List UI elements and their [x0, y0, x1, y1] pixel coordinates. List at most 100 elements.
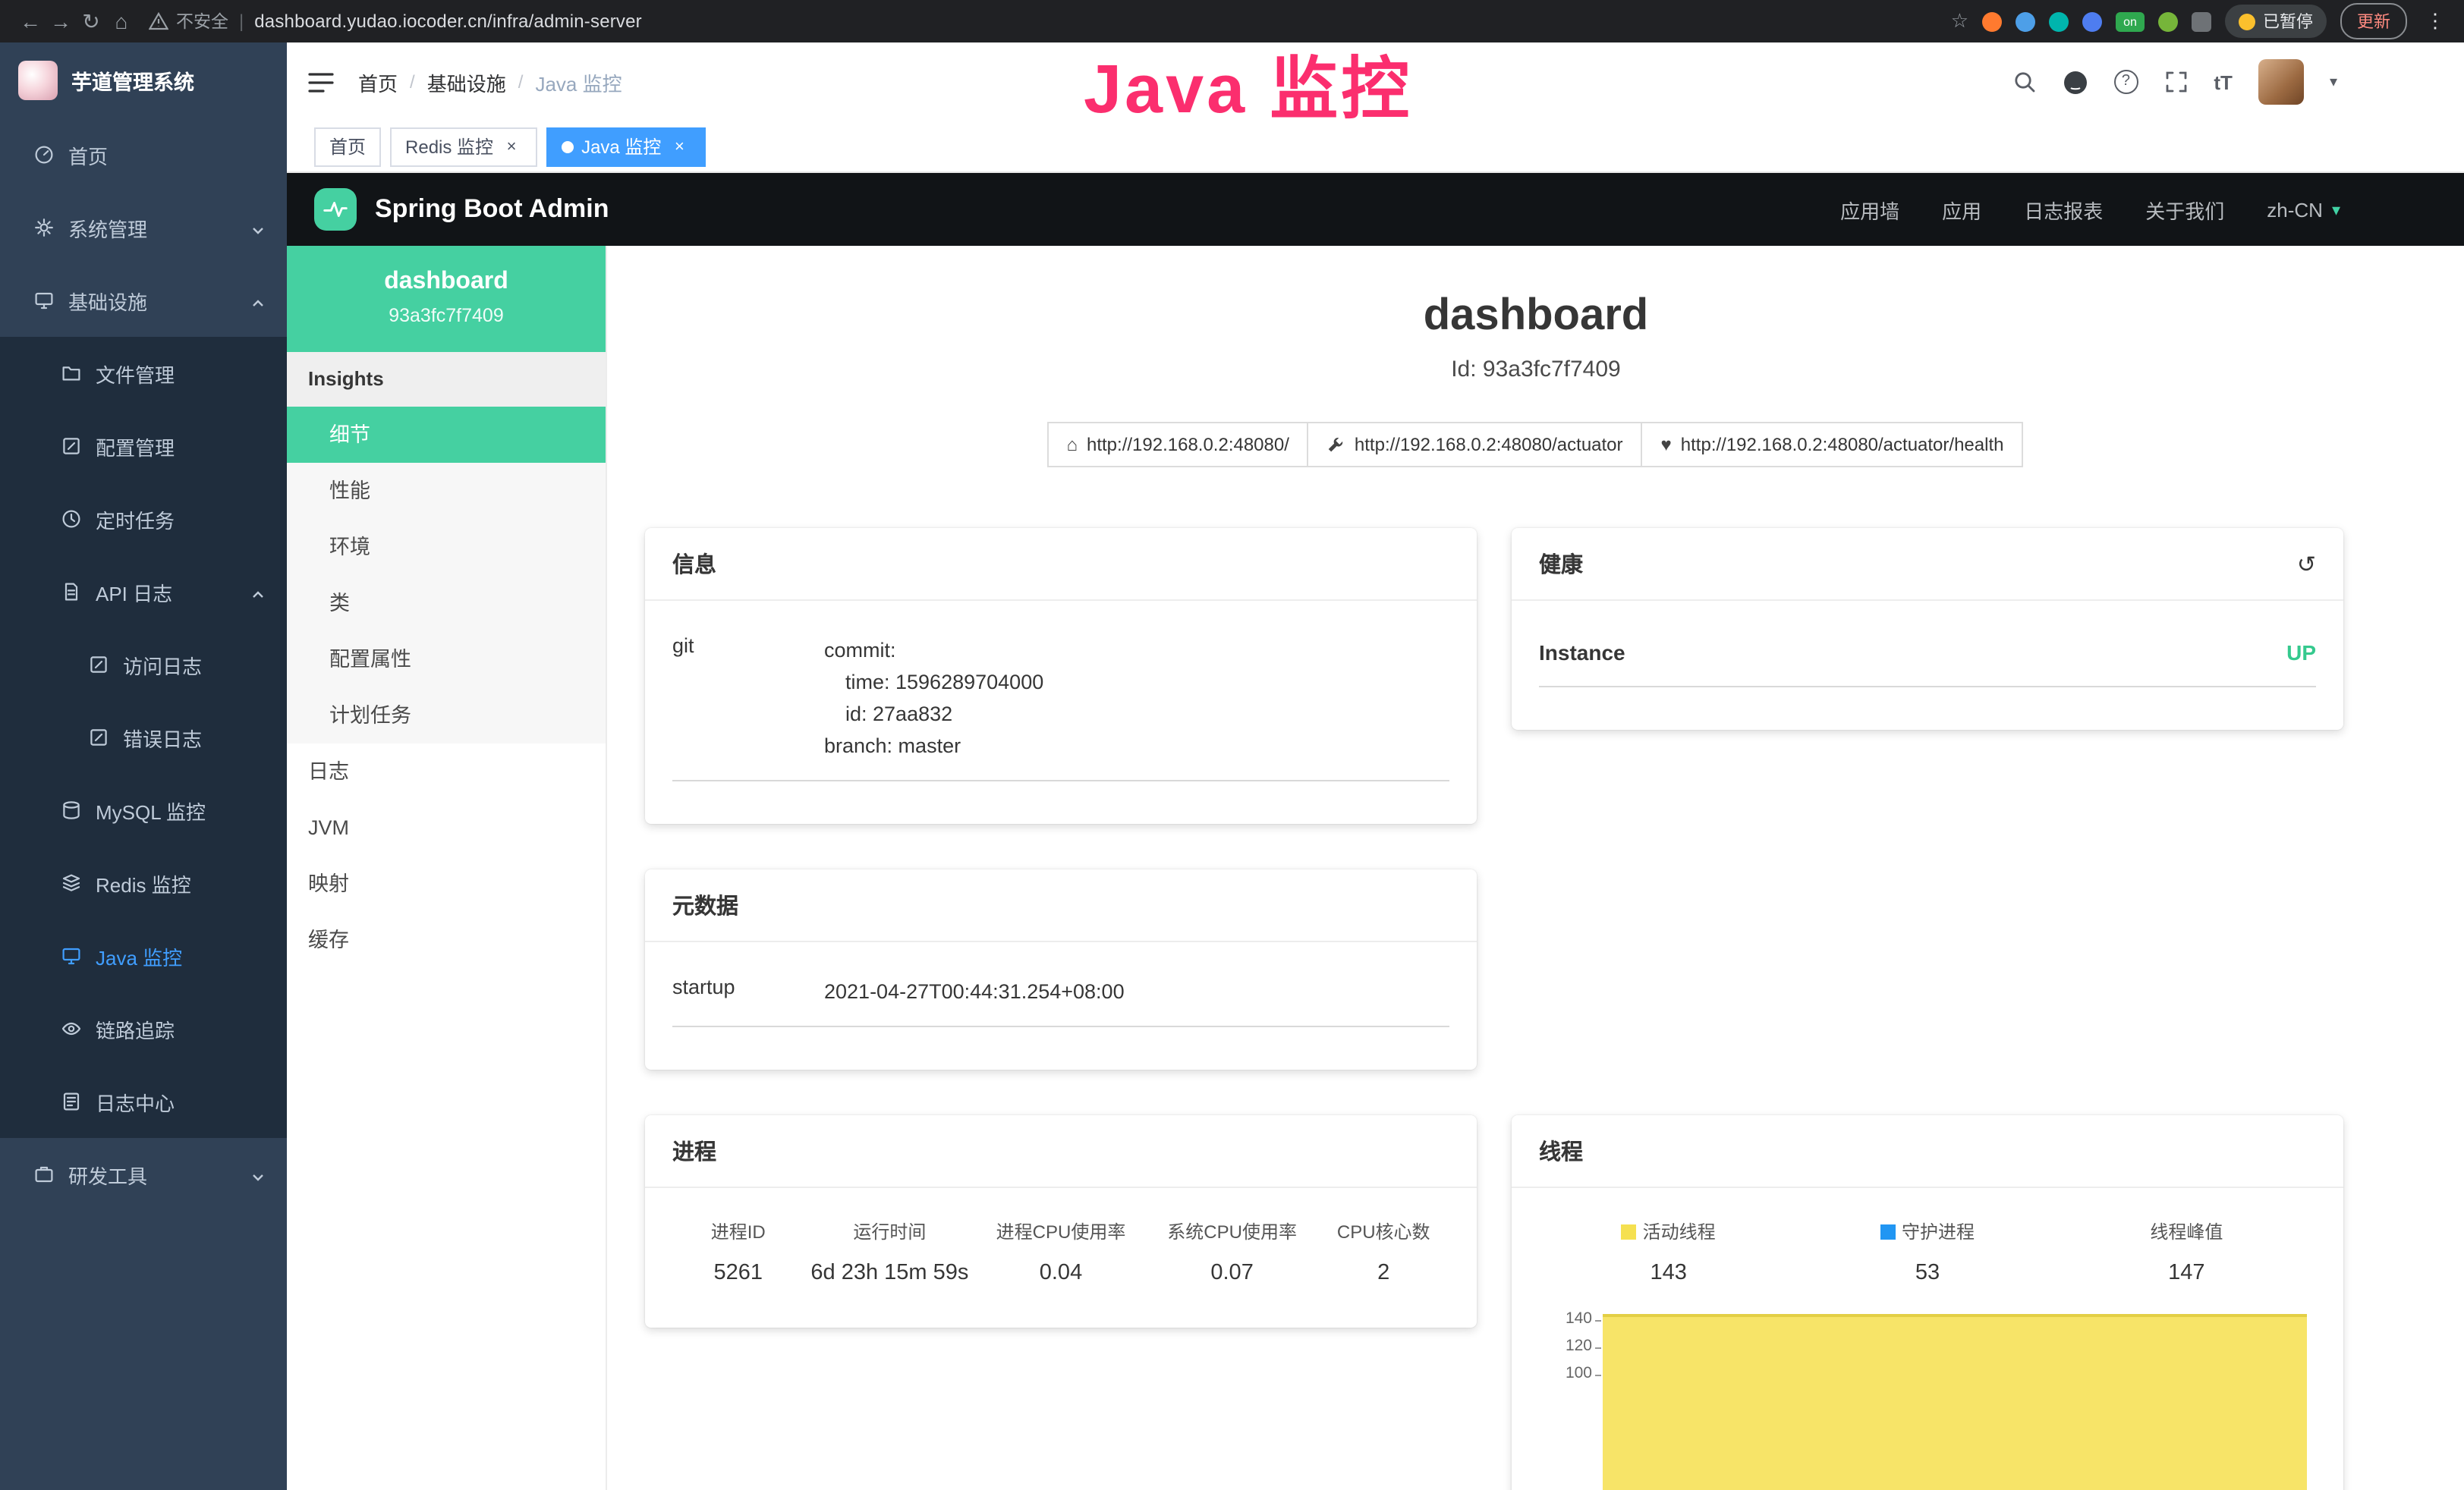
sidebar-item-access-logs[interactable]: 访问日志: [0, 628, 287, 701]
chevron-down-icon: [250, 1170, 266, 1185]
instance-item-metrics[interactable]: 性能: [287, 463, 606, 519]
sidebar-item-label: 系统管理: [68, 213, 147, 242]
sba-nav-wallboard[interactable]: 应用墙: [1840, 195, 1899, 224]
tab-label: 首页: [329, 134, 366, 159]
history-icon[interactable]: ↺: [2297, 550, 2316, 577]
sidebar-item-label: 日志中心: [96, 1087, 175, 1116]
sidebar-item-tracing[interactable]: 链路追踪: [0, 992, 287, 1065]
tab-java-monitor[interactable]: Java 监控 ×: [546, 127, 705, 166]
reload-icon[interactable]: ↻: [76, 0, 106, 42]
chart-plot-area: [1603, 1309, 2307, 1490]
update-button[interactable]: 更新: [2340, 3, 2407, 39]
font-size-icon[interactable]: tT: [2214, 71, 2233, 93]
github-icon[interactable]: [2062, 69, 2088, 95]
close-icon[interactable]: ×: [501, 137, 522, 156]
instance-links: ⌂ http://192.168.0.2:48080/ http://192.1…: [607, 422, 2464, 467]
instance-item-mappings[interactable]: 映射: [287, 856, 606, 912]
breadcrumb: 首页 / 基础设施 / Java 监控: [358, 68, 622, 96]
instance-item-scheduled-tasks[interactable]: 计划任务: [287, 687, 606, 743]
sidebar-item-log-center[interactable]: 日志中心: [0, 1065, 287, 1138]
process-col-uptime: 运行时间 6d 23h 15m 59s: [804, 1218, 976, 1285]
instance-header[interactable]: dashboard 93a3fc7f7409: [287, 246, 606, 352]
sidebar-item-java-monitor[interactable]: Java 监控: [0, 919, 287, 992]
sidebar-item-home[interactable]: 首页: [0, 118, 287, 191]
sba-nav-applications[interactable]: 应用: [1942, 195, 1981, 224]
sidebar-item-api-logs[interactable]: API 日志: [0, 555, 287, 628]
app-logo-row[interactable]: 芋道管理系统: [0, 42, 287, 118]
security-chip[interactable]: 不安全: [149, 9, 228, 33]
actuator-url-link[interactable]: http://192.168.0.2:48080/actuator: [1308, 422, 1643, 467]
instance-item-jvm[interactable]: JVM: [287, 800, 606, 856]
extension-proxy-icon[interactable]: [1982, 11, 2002, 31]
instance-item-details[interactable]: 细节: [287, 407, 606, 463]
instance-item-config-props[interactable]: 配置属性: [287, 631, 606, 687]
sidebar-item-scheduled-jobs[interactable]: 定时任务: [0, 483, 287, 555]
document-lines-icon: [61, 1091, 82, 1112]
sidebar-item-mysql-monitor[interactable]: MySQL 监控: [0, 774, 287, 847]
clock-icon: [61, 508, 82, 530]
instance-item-beans[interactable]: 类: [287, 575, 606, 631]
fullscreen-icon[interactable]: [2163, 70, 2188, 94]
back-icon[interactable]: ←: [15, 0, 46, 42]
extension-on-badge[interactable]: on: [2116, 11, 2145, 31]
chevron-down-icon[interactable]: ▾: [2330, 74, 2337, 90]
instance-item-environment[interactable]: 环境: [287, 519, 606, 575]
info-key: git: [672, 634, 824, 762]
sidebar-item-label: API 日志: [96, 577, 172, 606]
app-title: 芋道管理系统: [71, 65, 194, 96]
monitor-icon: [61, 945, 82, 967]
sidebar-item-config-management[interactable]: 配置管理: [0, 410, 287, 483]
extension-leaf-icon[interactable]: [2158, 11, 2178, 31]
sidebar-item-file-management[interactable]: 文件管理: [0, 337, 287, 410]
link-label: http://192.168.0.2:48080/actuator/health: [1681, 434, 2004, 455]
forward-icon[interactable]: →: [46, 0, 76, 42]
help-icon[interactable]: ?: [2113, 70, 2138, 94]
sidebar-item-dev-tools[interactable]: 研发工具: [0, 1138, 287, 1211]
sba-nav-about[interactable]: 关于我们: [2145, 195, 2224, 224]
address-bar[interactable]: dashboard.yudao.iocoder.cn/infra/admin-s…: [254, 11, 642, 32]
breadcrumb-separator: /: [410, 71, 415, 93]
sidebar-item-error-logs[interactable]: 错误日志: [0, 701, 287, 774]
breadcrumb-infrastructure[interactable]: 基础设施: [427, 68, 506, 96]
sidebar-item-system[interactable]: 系统管理: [0, 191, 287, 264]
service-url-link[interactable]: ⌂ http://192.168.0.2:48080/: [1047, 422, 1309, 467]
user-avatar[interactable]: [2258, 59, 2304, 105]
app-logo: [18, 61, 58, 100]
tab-redis-monitor[interactable]: Redis 监控 ×: [390, 127, 537, 166]
home-icon: ⌂: [1067, 434, 1078, 455]
instance-item-caches[interactable]: 缓存: [287, 912, 606, 968]
bookmark-star-icon[interactable]: ☆: [1951, 9, 1968, 33]
card-title: 元数据: [645, 869, 1477, 942]
card-title: 进程: [645, 1115, 1477, 1188]
paused-label: 已暂停: [2263, 9, 2313, 33]
sidebar-item-label: 基础设施: [68, 286, 147, 315]
browser-menu-icon[interactable]: ⋮: [2421, 9, 2450, 33]
health-key: Instance: [1539, 640, 1625, 665]
tab-home[interactable]: 首页: [314, 127, 381, 166]
sidebar-item-label: Redis 监控: [96, 869, 191, 897]
health-url-link[interactable]: ♥ http://192.168.0.2:48080/actuator/heal…: [1641, 422, 2024, 467]
close-icon[interactable]: ×: [669, 137, 690, 156]
sba-logo-icon[interactable]: [314, 188, 357, 231]
sba-nav-journal[interactable]: 日志报表: [2024, 195, 2103, 224]
instance-item-loggers[interactable]: 日志: [287, 743, 606, 800]
card-title: 线程: [1512, 1115, 2343, 1188]
instance-id-line: Id: 93a3fc7f7409: [607, 357, 2464, 382]
hamburger-icon[interactable]: [308, 71, 334, 93]
folder-icon: [61, 363, 82, 384]
breadcrumb-home[interactable]: 首页: [358, 68, 398, 96]
extension-grid-icon[interactable]: [2082, 11, 2102, 31]
home-icon[interactable]: ⌂: [106, 0, 137, 42]
extension-puzzle-icon[interactable]: [2192, 11, 2211, 31]
extension-drop-icon[interactable]: [2016, 11, 2035, 31]
extension-teal-icon[interactable]: [2049, 11, 2069, 31]
sidebar-submenu-infrastructure: 文件管理 配置管理 定时任务 API 日志 访问日志: [0, 337, 287, 1138]
emoji-face-icon: [2239, 13, 2255, 30]
search-icon[interactable]: [2012, 70, 2036, 94]
database-icon: [61, 800, 82, 821]
sidebar-item-infrastructure[interactable]: 基础设施: [0, 264, 287, 337]
paused-pill[interactable]: 已暂停: [2225, 5, 2327, 38]
sidebar-item-redis-monitor[interactable]: Redis 监控: [0, 847, 287, 919]
locale-selector[interactable]: zh-CN ▾: [2267, 198, 2340, 221]
process-col-cores: CPU核心数 2: [1317, 1218, 1449, 1285]
